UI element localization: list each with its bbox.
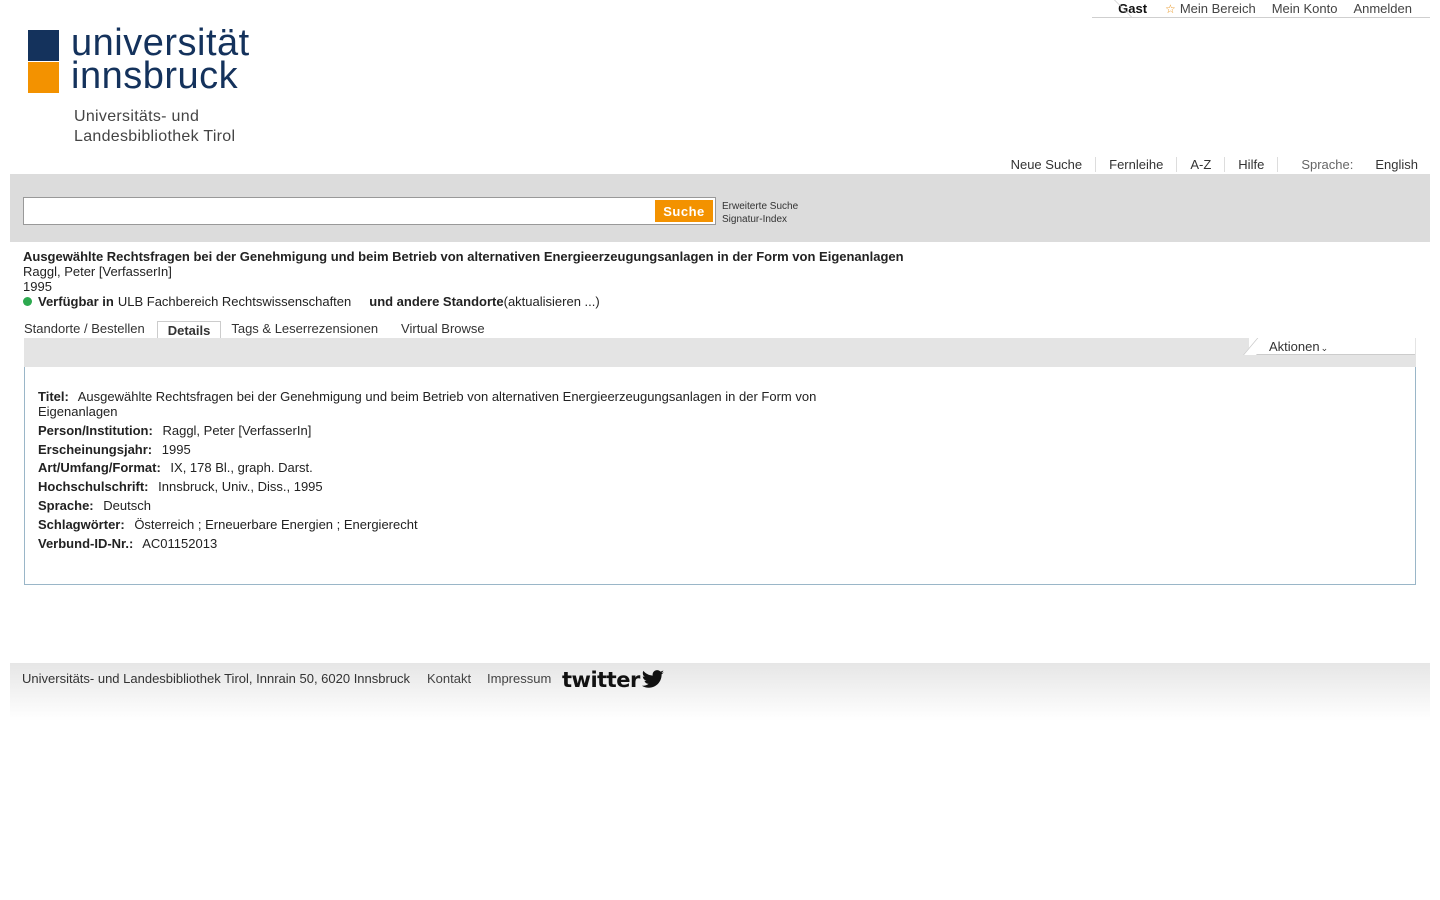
user-bar: Gast ☆ Mein Bereich Mein Konto Anmelden: [1092, 0, 1430, 18]
language-label: Sprache:: [1301, 157, 1354, 172]
detail-row: Erscheinungsjahr: 1995: [38, 442, 191, 457]
detail-label: Titel:: [38, 389, 69, 404]
status-dot-icon: [23, 297, 32, 306]
availability-label: Verfügbar in: [38, 294, 114, 309]
logo-orange-square: [28, 62, 59, 93]
details-panel: Titel: Ausgewählte Rechtsfragen bei der …: [24, 367, 1416, 585]
search-button[interactable]: Suche: [654, 199, 714, 223]
search-box: Suche: [23, 197, 716, 225]
actions-dropdown[interactable]: Aktionen⌄: [1249, 338, 1415, 355]
logo-sub-2: Landesbibliothek Tirol: [74, 128, 236, 145]
detail-value: 1995: [161, 442, 191, 457]
nav-a-z[interactable]: A-Z: [1177, 157, 1226, 172]
detail-value[interactable]: Österreich ; Erneuerbare Energien ; Ener…: [134, 517, 417, 532]
refresh-link[interactable]: (aktualisieren ...): [504, 294, 600, 309]
detail-row: Art/Umfang/Format: IX, 178 Bl., graph. D…: [38, 460, 313, 475]
other-locations[interactable]: und andere Standorte: [369, 294, 503, 309]
detail-row: Hochschulschrift: Innsbruck, Univ., Diss…: [38, 479, 323, 494]
detail-label: Schlagwörter:: [38, 517, 125, 532]
my-area-link[interactable]: ☆ Mein Bereich: [1165, 1, 1256, 16]
nav-new-search[interactable]: Neue Suche: [1011, 157, 1097, 172]
call-number-index-link[interactable]: Signatur-Index: [722, 213, 798, 226]
actions-label: Aktionen: [1269, 339, 1320, 354]
footer: Universitäts- und Landesbibliothek Tirol…: [10, 663, 1430, 721]
imprint-link[interactable]: Impressum: [487, 671, 551, 686]
my-account-link[interactable]: Mein Konto: [1272, 1, 1338, 16]
search-input[interactable]: [24, 198, 654, 224]
detail-row: Titel: Ausgewählte Rechtsfragen bei der …: [38, 389, 838, 419]
search-band: Suche Erweiterte Suche Signatur-Index: [10, 174, 1430, 242]
detail-row: Person/Institution: Raggl, Peter [Verfas…: [38, 423, 311, 438]
advanced-search-link[interactable]: Erweiterte Suche: [722, 200, 798, 213]
logo-line-2: innsbruck: [71, 55, 239, 97]
detail-row: Schlagwörter: Österreich ; Erneuerbare E…: [38, 517, 418, 532]
detail-value: Ausgewählte Rechtsfragen bei der Genehmi…: [38, 389, 817, 419]
footer-address: Universitäts- und Landesbibliothek Tirol…: [22, 671, 411, 686]
language-switch[interactable]: English: [1353, 157, 1418, 172]
detail-label: Art/Umfang/Format:: [38, 460, 161, 475]
detail-value: Innsbruck, Univ., Diss., 1995: [158, 479, 323, 494]
star-icon: ☆: [1165, 2, 1176, 16]
detail-label: Person/Institution:: [38, 423, 153, 438]
twitter-wordmark: twitter: [562, 668, 640, 692]
detail-value: AC01152013: [142, 536, 218, 551]
twitter-bird-icon: [641, 670, 664, 688]
detail-label: Sprache:: [38, 498, 94, 513]
detail-label: Verbund-ID-Nr.:: [38, 536, 134, 551]
availability-location[interactable]: ULB Fachbereich Rechtswissenschaften: [118, 294, 351, 309]
logo-sub-1: Universitäts- und: [74, 108, 200, 125]
logo-blue-square: [28, 30, 59, 61]
detail-row: Sprache: Deutsch: [38, 498, 151, 513]
detail-value: Deutsch: [103, 498, 151, 513]
availability: Verfügbar in ULB Fachbereich Rechtswisse…: [23, 294, 600, 309]
detail-value[interactable]: Raggl, Peter [VerfasserIn]: [162, 423, 311, 438]
guest-label: Gast: [1118, 1, 1148, 16]
detail-value: IX, 178 Bl., graph. Darst.: [170, 460, 313, 475]
my-area-label: Mein Bereich: [1179, 1, 1256, 16]
record-author[interactable]: Raggl, Peter [VerfasserIn]: [23, 264, 172, 279]
nav-interlibrary-loan[interactable]: Fernleihe: [1096, 157, 1178, 172]
main-nav: Neue Suche Fernleihe A-Z Hilfe Sprache: …: [1011, 157, 1418, 172]
record-year: 1995: [23, 279, 52, 294]
record-title: Ausgewählte Rechtsfragen bei der Genehmi…: [23, 249, 904, 264]
detail-row: Verbund-ID-Nr.: AC01152013: [38, 536, 217, 551]
twitter-link[interactable]: twitter: [562, 668, 665, 692]
actions-bar: Aktionen⌄: [24, 338, 1416, 367]
contact-link[interactable]: Kontakt: [427, 671, 471, 686]
detail-label: Erscheinungsjahr:: [38, 442, 153, 457]
login-link[interactable]: Anmelden: [1353, 1, 1412, 16]
chevron-down-icon: ⌄: [1320, 343, 1329, 353]
nav-help[interactable]: Hilfe: [1225, 157, 1279, 172]
search-links: Erweiterte Suche Signatur-Index: [722, 200, 798, 226]
detail-label: Hochschulschrift:: [38, 479, 149, 494]
